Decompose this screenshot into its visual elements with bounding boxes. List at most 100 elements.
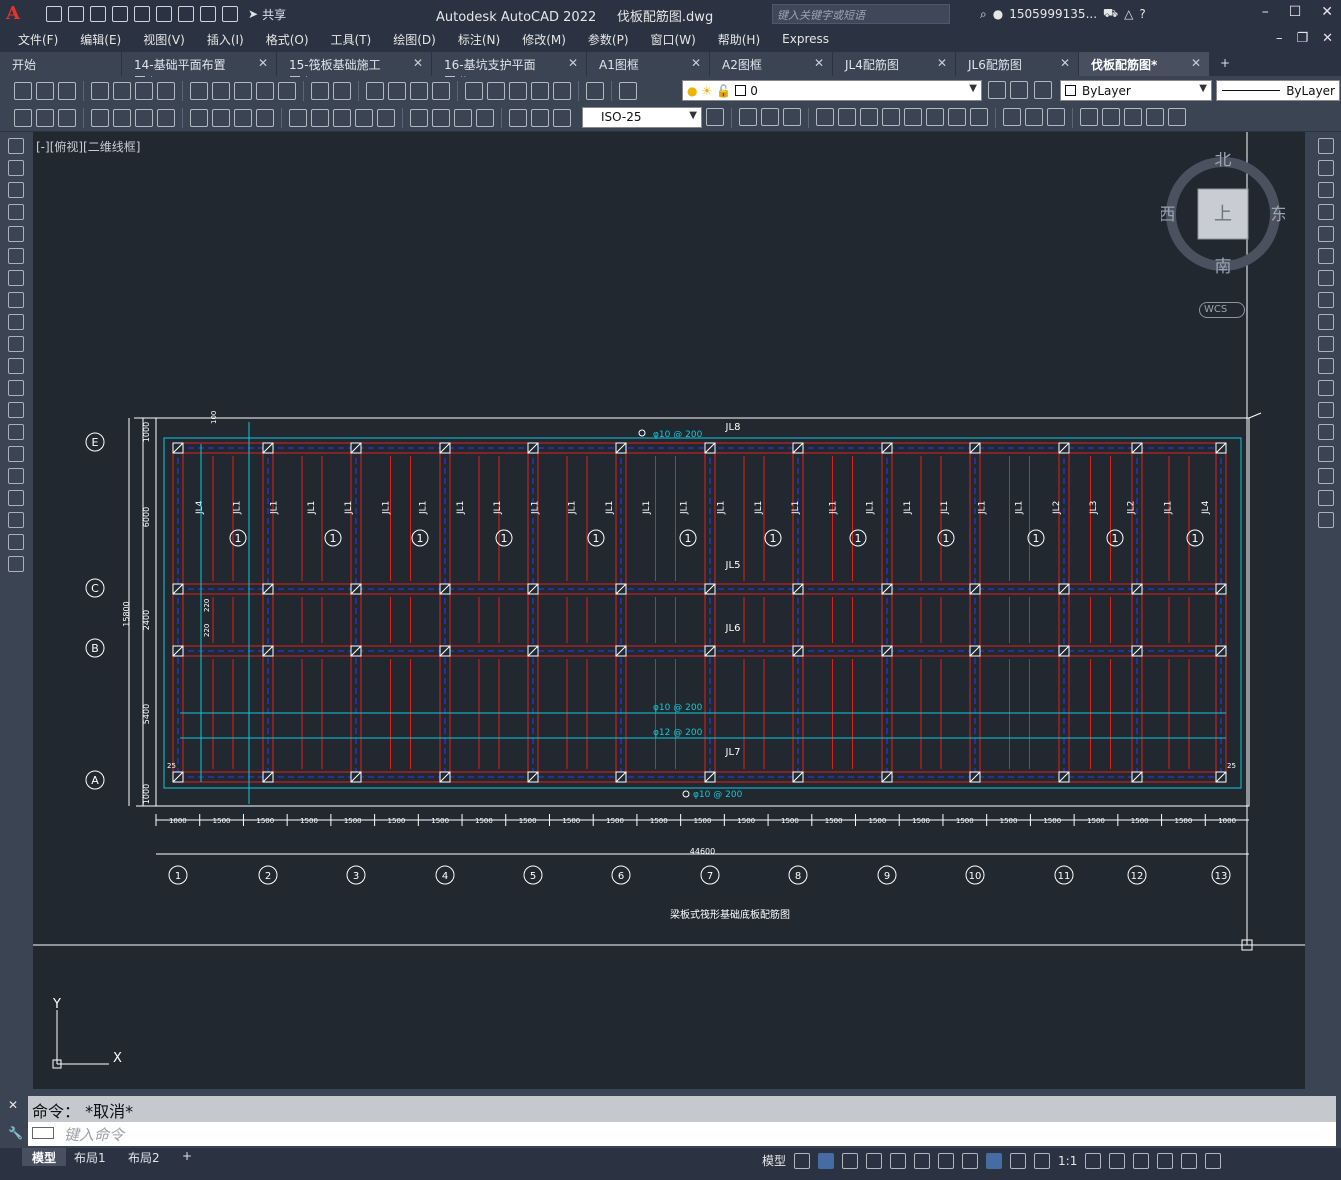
save-icon[interactable] — [90, 6, 106, 22]
viewcube-north[interactable]: 北 — [1215, 152, 1232, 170]
pan-icon[interactable] — [366, 81, 384, 100]
plot-icon[interactable] — [178, 6, 194, 22]
color-faces-icon[interactable] — [970, 108, 988, 126]
modify-tool-4-icon[interactable] — [1318, 226, 1334, 242]
dim-radius-icon[interactable] — [190, 108, 208, 127]
delete-faces-icon[interactable] — [882, 108, 900, 126]
dimstyle-dropdown[interactable]: ISO-25 ▼ — [582, 107, 702, 128]
linetype-dropdown[interactable]: ByLayer — [1216, 80, 1340, 101]
draw-tool-14-icon[interactable] — [8, 446, 24, 462]
save-as-icon[interactable] — [112, 6, 128, 22]
draw-tool-12-icon[interactable] — [8, 402, 24, 418]
lineweight-icon[interactable] — [962, 1152, 979, 1169]
dim-space-icon[interactable] — [355, 108, 373, 127]
file-tab-1[interactable]: 14-基础平面布置图.jc ✕ — [122, 52, 277, 89]
modify-tool-17-icon[interactable] — [1318, 512, 1334, 528]
menu-item-6[interactable]: 绘图(D) — [393, 31, 436, 48]
menu-item-3[interactable]: 插入(I) — [207, 31, 244, 48]
taper-faces-icon[interactable] — [926, 108, 944, 126]
aligned-dim-icon[interactable] — [36, 108, 54, 127]
dim-break-icon[interactable] — [377, 108, 395, 127]
account-name[interactable]: 1505999135... — [1009, 7, 1097, 21]
calculator-icon[interactable] — [553, 81, 571, 100]
viewcube-east[interactable]: 东 — [1271, 205, 1286, 225]
dim-layer-icon[interactable] — [58, 108, 76, 127]
scale-dropdown[interactable]: 1:1 — [1058, 1154, 1077, 1168]
viewcube[interactable]: 北 南 东 西 上 — [1161, 152, 1285, 276]
draw-tool-10-icon[interactable] — [8, 358, 24, 374]
draw-tool-1-icon[interactable] — [8, 160, 24, 176]
qnew-icon[interactable] — [14, 81, 32, 100]
dim-ordinate-icon[interactable] — [157, 108, 175, 127]
tab-close-icon[interactable]: ✕ — [691, 56, 701, 76]
maximize-icon[interactable]: ☐ — [1289, 4, 1302, 20]
command-prompt-icon[interactable] — [32, 1127, 54, 1139]
block-editor-icon[interactable] — [278, 81, 296, 100]
menu-item-4[interactable]: 格式(O) — [266, 31, 309, 48]
slice-icon[interactable] — [1124, 108, 1142, 126]
modify-tool-13-icon[interactable] — [1318, 424, 1334, 440]
modify-tool-0-icon[interactable] — [1318, 138, 1334, 154]
dim-update-icon[interactable] — [553, 108, 571, 127]
command-input[interactable]: 键入命令 — [28, 1122, 1336, 1146]
draw-tool-4-icon[interactable] — [8, 226, 24, 242]
zoom-previous-icon[interactable] — [432, 81, 450, 100]
share-button[interactable]: ➤ 共享 — [248, 6, 286, 23]
file-tab-0[interactable]: 开始 — [0, 52, 122, 76]
linear-dim-icon[interactable] — [14, 108, 32, 127]
draw-tool-8-icon[interactable] — [8, 314, 24, 330]
file-tab-6[interactable]: JL4配筋图 ✕ — [833, 52, 956, 76]
draw-tool-19-icon[interactable] — [8, 556, 24, 572]
doc-restore-icon[interactable]: ❐ — [1296, 31, 1308, 46]
plot-icon[interactable] — [91, 81, 109, 100]
check-icon[interactable] — [1102, 108, 1120, 126]
customize-icon[interactable]: 🔧 — [8, 1126, 23, 1140]
dim-continue-icon[interactable] — [333, 108, 351, 127]
file-tab-7[interactable]: JL6配筋图 ✕ — [956, 52, 1079, 76]
offset-faces-icon[interactable] — [860, 108, 878, 126]
make-current-icon[interactable] — [988, 81, 1006, 99]
annotation-monitor-icon[interactable] — [1109, 1152, 1126, 1169]
save-web-icon[interactable] — [156, 6, 172, 22]
open-icon[interactable] — [36, 81, 54, 100]
tab-close-icon[interactable]: ✕ — [258, 56, 268, 76]
modify-tool-11-icon[interactable] — [1318, 380, 1334, 396]
inspect-icon[interactable] — [454, 108, 472, 127]
clean-icon[interactable] — [1025, 108, 1043, 126]
menu-item-2[interactable]: 视图(V) — [143, 31, 185, 48]
dim-jogged-icon[interactable] — [212, 108, 230, 127]
tolerance-icon[interactable] — [410, 108, 428, 127]
modify-tool-12-icon[interactable] — [1318, 402, 1334, 418]
draw-tool-0-icon[interactable] — [8, 138, 24, 154]
shell-icon[interactable] — [1080, 108, 1098, 126]
close-icon[interactable]: ✕ — [1321, 4, 1333, 20]
file-tab-2[interactable]: 15-筏板基础施工图.jc ✕ — [277, 52, 432, 89]
modify-tool-9-icon[interactable] — [1318, 336, 1334, 352]
drawing-canvas[interactable]: [-][俯视][二维线框] JL4 JL1 JL1 JL1 JL1 JL1 JL1 JL1 JL… — [33, 132, 1305, 1089]
3d-print-icon[interactable] — [157, 81, 175, 100]
draw-tool-5-icon[interactable] — [8, 248, 24, 264]
layout-tab-1[interactable]: 布局1 — [64, 1148, 116, 1166]
draw-tool-6-icon[interactable] — [8, 270, 24, 286]
dim-style-icon[interactable] — [706, 108, 724, 126]
file-tab-3[interactable]: 16-基坑支护平面图.jk ✕ — [432, 52, 587, 89]
menu-item-12[interactable]: Express — [782, 32, 829, 46]
tab-close-icon[interactable]: ✕ — [1191, 56, 1201, 76]
move-faces-icon[interactable] — [838, 108, 856, 126]
layer-states-icon[interactable] — [1034, 81, 1052, 99]
draw-tool-18-icon[interactable] — [8, 534, 24, 550]
menu-item-8[interactable]: 修改(M) — [522, 31, 566, 48]
save-icon[interactable] — [58, 81, 76, 100]
draw-tool-2-icon[interactable] — [8, 182, 24, 198]
wcs-menu[interactable]: WCS — [1199, 302, 1245, 318]
annotation-visibility-icon[interactable] — [986, 1152, 1003, 1169]
subtract-icon[interactable] — [761, 108, 779, 126]
dim-arc-icon[interactable] — [135, 108, 153, 127]
rotate-faces-icon[interactable] — [904, 108, 922, 126]
dim-baseline-icon[interactable] — [311, 108, 329, 127]
modify-tool-15-icon[interactable] — [1318, 468, 1334, 484]
modify-tool-5-icon[interactable] — [1318, 248, 1334, 264]
model-space-toggle[interactable]: 模型 — [762, 1152, 786, 1169]
menu-item-9[interactable]: 参数(P) — [588, 31, 629, 48]
dim-aligned-icon[interactable] — [113, 108, 131, 127]
